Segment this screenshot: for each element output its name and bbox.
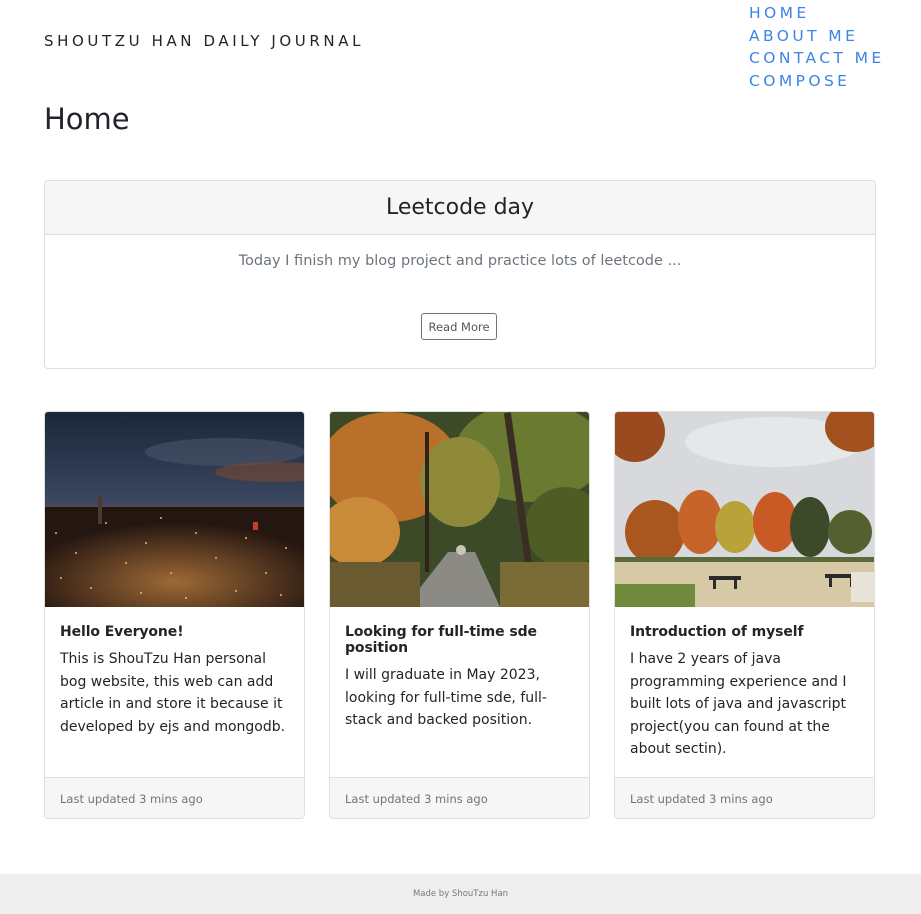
read-more-button[interactable]: Read More	[421, 313, 497, 340]
page-footer: Made by ShouTzu Han	[0, 874, 921, 914]
post-card-footer: Last updated 3 mins ago	[45, 777, 304, 818]
post-image-autumn-park	[615, 412, 874, 607]
featured-post-title: Leetcode day	[45, 181, 875, 235]
site-brand[interactable]: SHOUTZU HAN DAILY JOURNAL	[44, 32, 364, 50]
post-card-hello-everyone[interactable]: Hello Everyone! This is ShouTzu Han pers…	[44, 411, 305, 819]
post-card-title: Introduction of myself	[630, 624, 804, 640]
featured-post-excerpt: Today I finish my blog project and pract…	[238, 253, 682, 269]
nav-link-compose[interactable]: COMPOSE	[749, 70, 885, 93]
post-card-text: I have 2 years of java programming exper…	[630, 651, 847, 758]
post-card-title: Hello Everyone!	[60, 624, 184, 640]
post-card-text: I will graduate in May 2023, looking for…	[345, 667, 547, 729]
post-card-footer: Last updated 3 mins ago	[615, 777, 874, 818]
post-card-title: Looking for full-time sde position	[345, 624, 537, 656]
main-nav: HOME ABOUT ME CONTACT ME COMPOSE	[749, 2, 885, 93]
last-updated-text: Last updated 3 mins ago	[60, 792, 203, 806]
post-card-footer: Last updated 3 mins ago	[330, 777, 589, 818]
post-card-looking-for-sde[interactable]: Looking for full-time sde position I wil…	[329, 411, 590, 819]
last-updated-text: Last updated 3 mins ago	[345, 792, 488, 806]
featured-post-card: Leetcode day Today I finish my blog proj…	[44, 180, 876, 369]
post-card-text: This is ShouTzu Han personal bog website…	[60, 651, 286, 735]
post-card-introduction[interactable]: Introduction of myself I have 2 years of…	[614, 411, 875, 819]
page-title: Home	[44, 102, 130, 136]
post-image-autumn-road	[330, 412, 589, 607]
nav-link-contact-me[interactable]: CONTACT ME	[749, 47, 885, 70]
post-image-city-night	[45, 412, 304, 607]
nav-link-home[interactable]: HOME	[749, 2, 885, 25]
last-updated-text: Last updated 3 mins ago	[630, 792, 773, 806]
nav-link-about-me[interactable]: ABOUT ME	[749, 25, 885, 48]
